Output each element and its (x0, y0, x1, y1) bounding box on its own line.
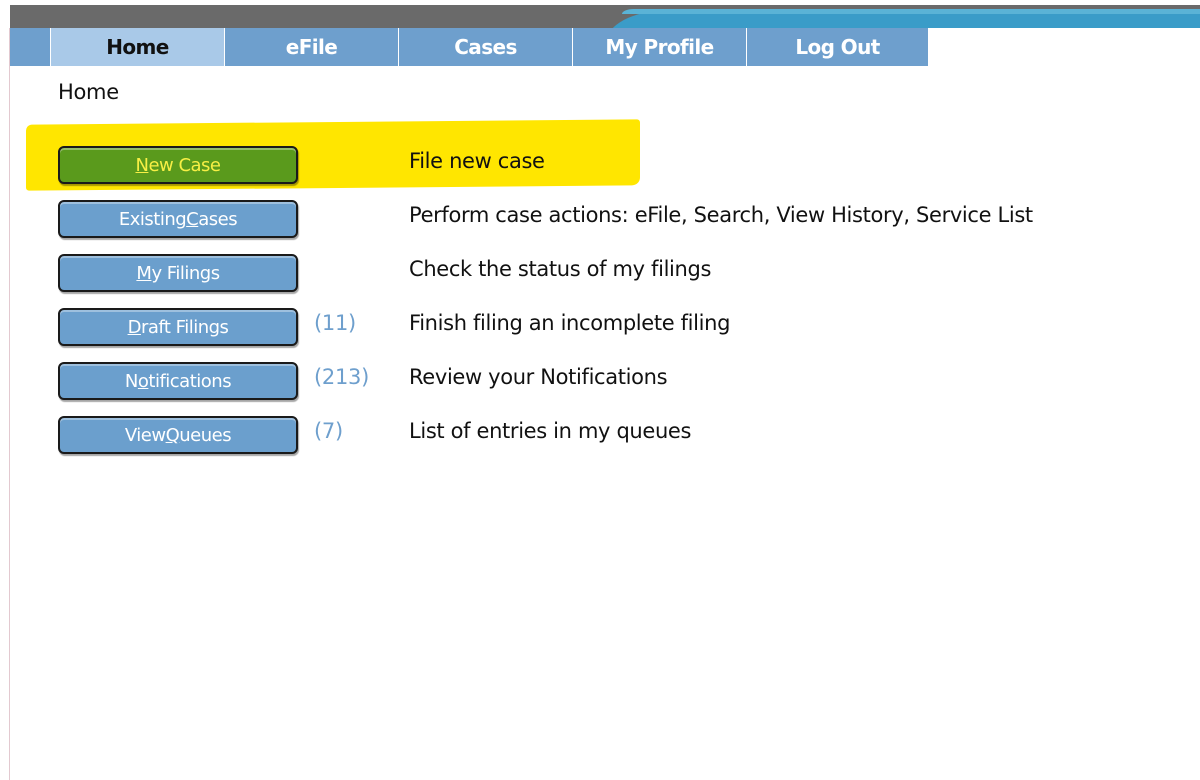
notifications-count: (213) (314, 365, 369, 389)
tab-efile[interactable]: eFile (225, 28, 399, 66)
action-row-draft-filings: Draft Filings (11) Finish filing an inco… (58, 308, 1158, 346)
action-row-notifications: No tifications (213) Review your Notifica… (58, 362, 1158, 400)
button-label-pre: N (124, 370, 138, 392)
action-description: Check the status of my filings (409, 257, 712, 281)
button-label-accesskey: D (127, 316, 142, 338)
action-description: Finish filing an incomplete filing (409, 311, 731, 335)
action-row-my-filings: My Filings Check the status of my filing… (58, 254, 1158, 292)
existing-cases-button[interactable]: Existing Cases (58, 200, 298, 238)
my-filings-button[interactable]: My Filings (58, 254, 298, 292)
button-label-post: ew Case (148, 154, 221, 176)
notifications-button[interactable]: No tifications (58, 362, 298, 400)
button-label-post: tifications (148, 370, 232, 392)
tab-log-out[interactable]: Log Out (747, 28, 929, 66)
tab-my-profile[interactable]: My Profile (573, 28, 747, 66)
button-label-post: ases (198, 208, 238, 230)
button-label-accesskey: Q (165, 424, 180, 446)
action-row-view-queues: View Queues (7) List of entries in my qu… (58, 416, 1158, 454)
button-label-post: y Filings (151, 262, 220, 284)
button-label-post: ueues (179, 424, 232, 446)
page: Home eFile Cases My Profile Log Out Home… (0, 0, 1200, 780)
main-nav: Home eFile Cases My Profile Log Out (10, 28, 929, 66)
button-label-post: raft Filings (140, 316, 229, 338)
draft-filings-button[interactable]: Draft Filings (58, 308, 298, 346)
top-banner (10, 0, 1200, 28)
draft-filings-count: (11) (314, 311, 356, 335)
action-description: Review your Notifications (409, 365, 668, 389)
nav-leading-spacer (10, 28, 51, 66)
new-case-button[interactable]: New Case (58, 146, 298, 184)
action-row-existing-cases: Existing Cases Perform case actions: eFi… (58, 200, 1158, 238)
tab-cases[interactable]: Cases (399, 28, 573, 66)
action-description: Perform case actions: eFile, Search, Vie… (409, 203, 1033, 227)
action-description: File new case (409, 149, 545, 173)
left-border (9, 28, 10, 780)
queues-count: (7) (314, 419, 343, 443)
view-queues-button[interactable]: View Queues (58, 416, 298, 454)
action-row-new-case: New Case File new case (58, 146, 1158, 184)
button-label-pre: View (124, 424, 166, 446)
tab-home[interactable]: Home (51, 28, 225, 66)
button-label-accesskey: N (135, 154, 149, 176)
button-label-accesskey: M (136, 262, 152, 284)
button-label-accesskey: C (186, 208, 199, 230)
button-label-pre: Existing (118, 208, 187, 230)
banner-blue-highlight (622, 9, 1200, 14)
action-description: List of entries in my queues (409, 419, 692, 443)
breadcrumb: Home (58, 80, 119, 104)
button-label-accesskey: o (137, 370, 149, 392)
